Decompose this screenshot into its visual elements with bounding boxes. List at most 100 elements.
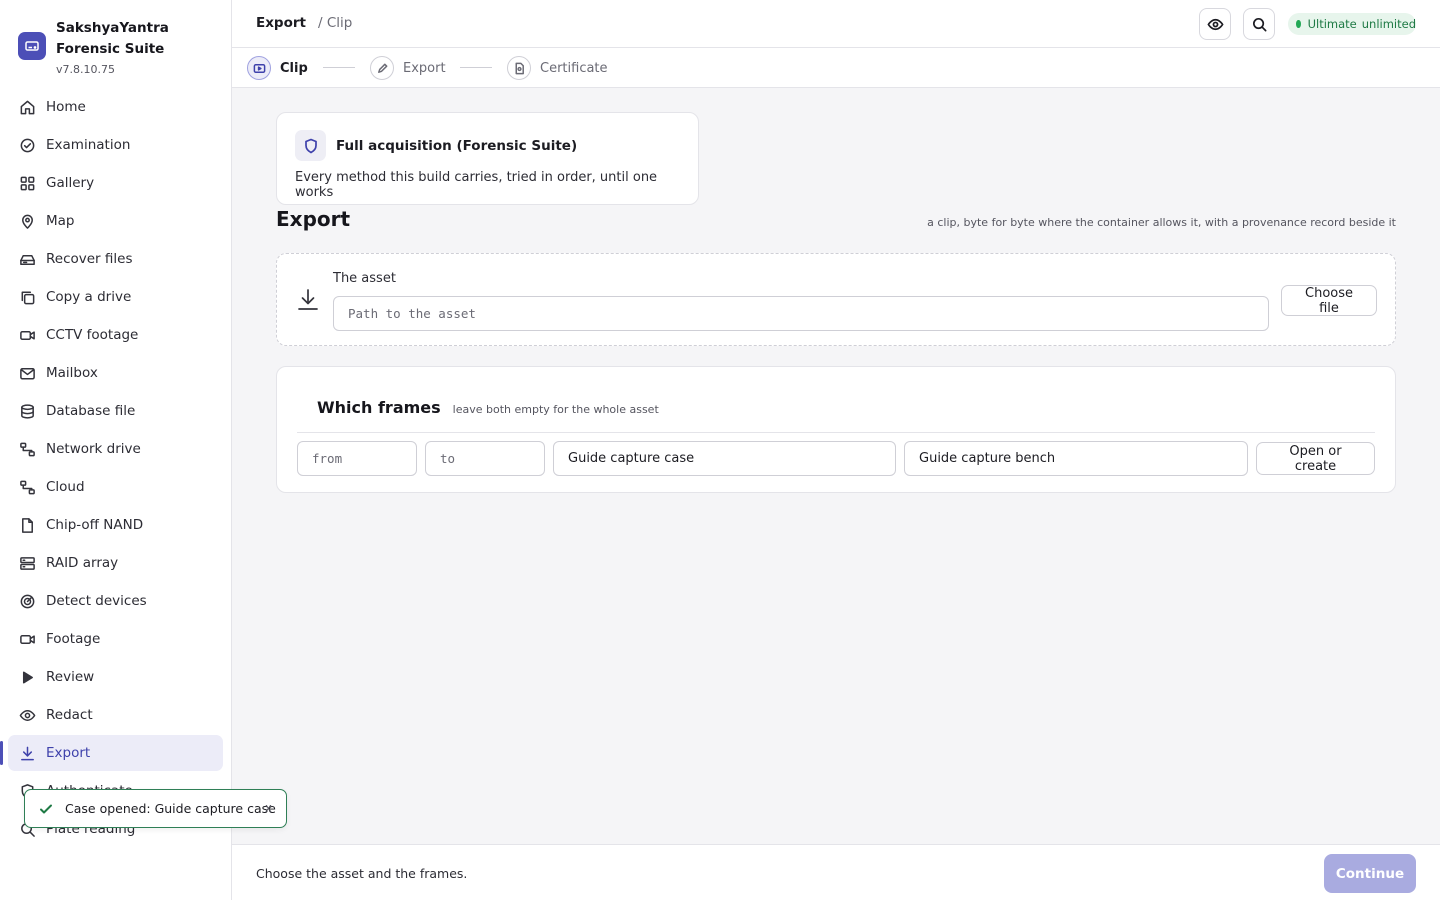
sidebar-item-examination[interactable]: Examination (8, 127, 223, 163)
download-icon (18, 744, 36, 762)
map-pin-icon (18, 212, 36, 230)
sidebar-item-label: Mailbox (46, 365, 98, 381)
acquisition-method-card[interactable]: Full acquisition (Forensic Suite) Every … (276, 112, 699, 205)
bench-value: Guide capture bench (919, 451, 1056, 466)
sidebar-item-label: Examination (46, 137, 131, 153)
sidebar-item-label: Redact (46, 707, 93, 723)
sidebar-item-database-file[interactable]: Database file (8, 393, 223, 429)
server-icon (18, 554, 36, 572)
method-title: Full acquisition (Forensic Suite) (336, 137, 578, 154)
step-certificate[interactable]: Certificate (507, 56, 608, 80)
close-icon[interactable]: x (265, 801, 272, 815)
divider (297, 432, 1375, 433)
asset-label: The asset (333, 271, 396, 286)
status-dot-icon (1296, 20, 1301, 28)
sidebar-item-label: Chip-off NAND (46, 517, 144, 533)
check-circle-icon (18, 136, 36, 154)
breadcrumb-current-section[interactable]: Export (256, 15, 306, 31)
step-export[interactable]: Export (370, 56, 446, 80)
sidebar: SakshyaYantra Forensic Suite v7.8.10.75 … (0, 0, 232, 900)
sidebar-item-footage[interactable]: Footage (8, 621, 223, 657)
sidebar-item-label: CCTV footage (46, 327, 139, 343)
open-or-create-button[interactable]: Open or create (1256, 442, 1375, 475)
footer-bar: Choose the asset and the frames. Continu… (232, 844, 1440, 900)
sidebar-item-label: Copy a drive (46, 289, 132, 305)
asset-path-input[interactable] (333, 296, 1269, 331)
sidebar-item-raid-array[interactable]: RAID array (8, 545, 223, 581)
to-frame-input[interactable] (425, 441, 545, 476)
network-icon (18, 440, 36, 458)
app-version: v7.8.10.75 (56, 63, 115, 76)
video-icon (18, 326, 36, 344)
sidebar-item-cloud[interactable]: Cloud (8, 469, 223, 505)
sidebar-item-network-drive[interactable]: Network drive (8, 431, 223, 467)
workflow-stepper: Clip Export Certificate (232, 48, 1440, 88)
plan-badge: Ultimate unlimited (1288, 13, 1416, 35)
app-name: SakshyaYantra Forensic Suite (56, 20, 169, 57)
sidebar-item-label: Gallery (46, 175, 95, 191)
method-description: Every method this build carries, tried i… (295, 170, 658, 200)
sidebar-item-map[interactable]: Map (8, 203, 223, 239)
sidebar-item-mailbox[interactable]: Mailbox (8, 355, 223, 391)
clip-icon (247, 56, 271, 80)
from-frame-input[interactable] (297, 441, 417, 476)
sidebar-nav: Home Examination Gallery Map Recover fil… (0, 89, 223, 849)
step-clip[interactable]: Clip (247, 56, 308, 80)
page-title: Export (276, 207, 351, 231)
toast-message: Case opened: Guide capture case (65, 801, 276, 816)
step-label: Clip (280, 60, 308, 76)
sidebar-item-review[interactable]: Review (8, 659, 223, 695)
app-logo-icon (18, 32, 46, 60)
pencil-icon (370, 56, 394, 80)
sidebar-item-label: Footage (46, 631, 101, 647)
plan-limit: unlimited (1361, 17, 1416, 31)
continue-button[interactable]: Continue (1324, 854, 1416, 893)
sidebar-item-label: Recover files (46, 251, 133, 267)
preview-button[interactable] (1199, 8, 1231, 40)
step-label: Export (403, 60, 446, 76)
download-icon (297, 288, 319, 316)
home-icon (18, 98, 36, 116)
sidebar-item-label: Review (46, 669, 95, 685)
sidebar-item-label: Export (46, 745, 91, 761)
page-subtitle: a clip, byte for byte where the containe… (927, 216, 1396, 229)
frames-title: Which frames (317, 398, 441, 417)
bench-field[interactable]: Guide capture bench (904, 441, 1248, 476)
video-icon (18, 630, 36, 648)
eye-icon (18, 706, 36, 724)
mail-icon (18, 364, 36, 382)
sidebar-item-copy-a-drive[interactable]: Copy a drive (8, 279, 223, 315)
sidebar-item-label: RAID array (46, 555, 119, 571)
asset-dropzone[interactable]: The asset Choose file (276, 253, 1396, 346)
shield-icon (295, 130, 326, 161)
sidebar-item-home[interactable]: Home (8, 89, 223, 125)
hard-drive-icon (18, 250, 36, 268)
choose-file-button[interactable]: Choose file (1281, 285, 1377, 316)
sidebar-item-label: Home (46, 99, 86, 115)
toast-notification: Case opened: Guide capture case x (24, 789, 287, 828)
sidebar-item-chip-off-nand[interactable]: Chip-off NAND (8, 507, 223, 543)
search-button[interactable] (1243, 8, 1275, 40)
file-icon (18, 516, 36, 534)
sidebar-item-export[interactable]: Export (0, 735, 223, 771)
sidebar-item-gallery[interactable]: Gallery (8, 165, 223, 201)
frames-card: Which frames leave both empty for the wh… (276, 366, 1396, 493)
case-value: Guide capture case (568, 451, 695, 466)
plan-tier: Ultimate (1307, 17, 1357, 31)
sidebar-item-label: Detect devices (46, 593, 147, 609)
database-icon (18, 402, 36, 420)
step-connector (323, 67, 355, 68)
case-field[interactable]: Guide capture case (553, 441, 896, 476)
play-icon (18, 668, 36, 686)
breadcrumb: Export / Clip (256, 15, 352, 31)
footer-status: Choose the asset and the frames. (256, 866, 468, 881)
sidebar-item-recover-files[interactable]: Recover files (8, 241, 223, 277)
radar-icon (18, 592, 36, 610)
check-icon (40, 804, 52, 813)
sidebar-item-detect-devices[interactable]: Detect devices (8, 583, 223, 619)
sidebar-item-cctv-footage[interactable]: CCTV footage (8, 317, 223, 353)
breadcrumb-current-page: / Clip (317, 15, 353, 31)
copy-icon (18, 288, 36, 306)
sidebar-item-redact[interactable]: Redact (8, 697, 223, 733)
eye-icon (1206, 18, 1224, 30)
